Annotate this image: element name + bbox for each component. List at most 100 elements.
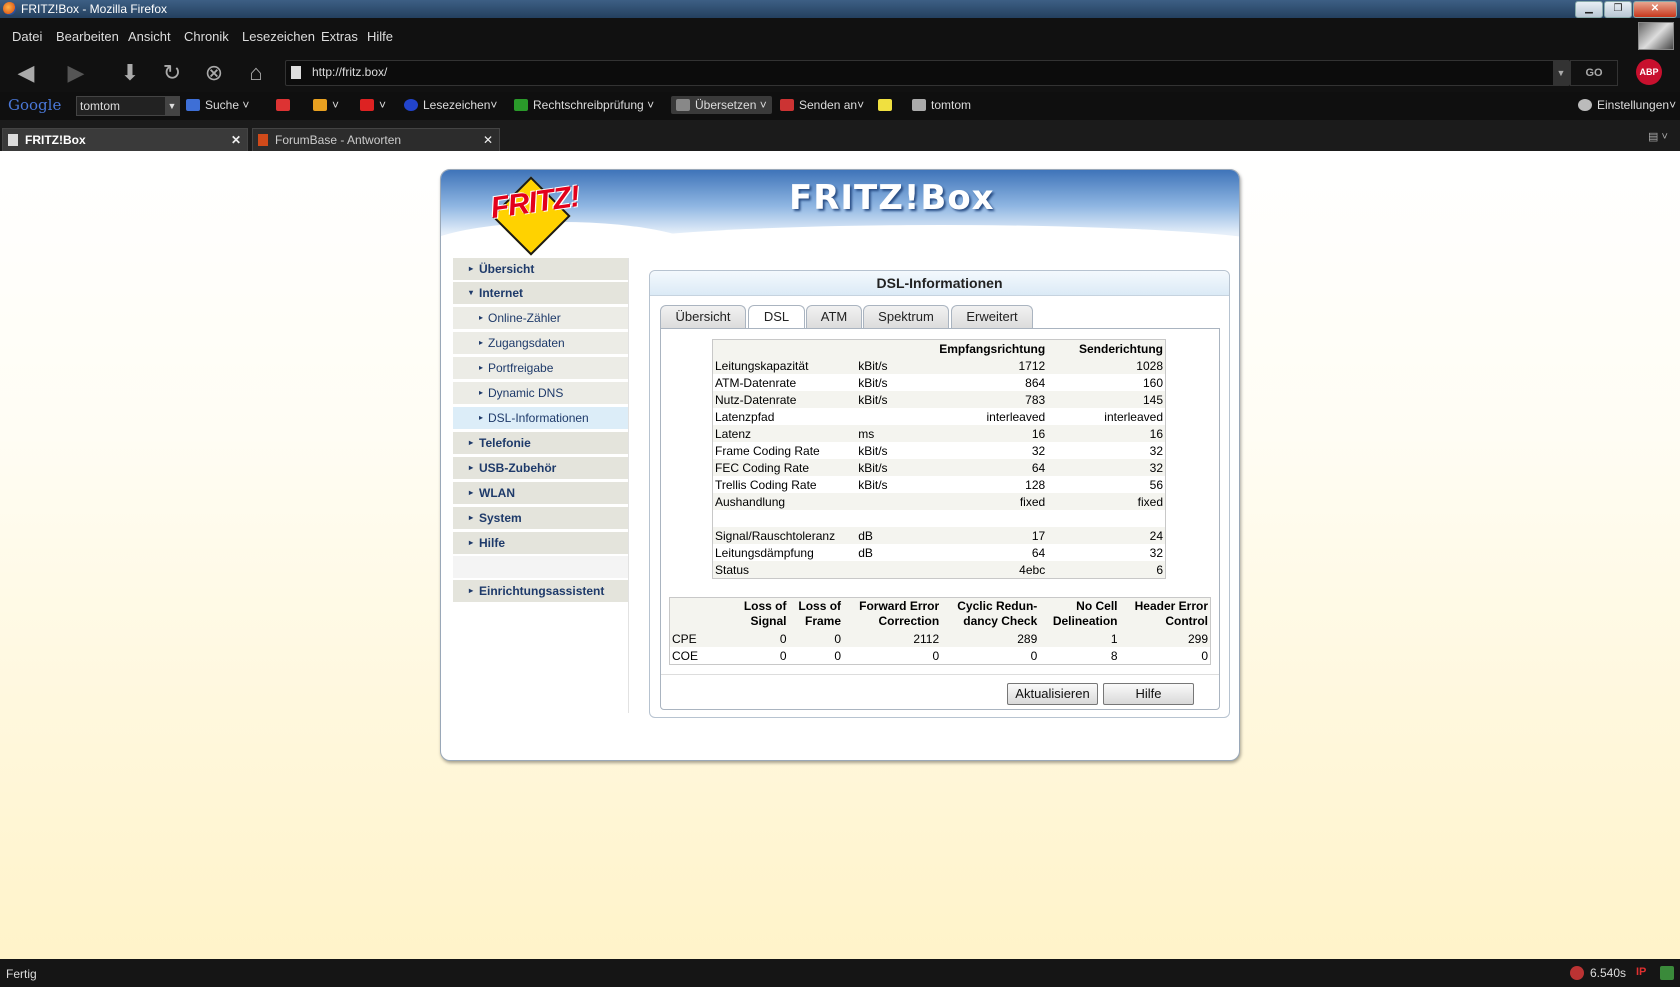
row-value: 32 <box>1149 460 1163 475</box>
row-unit: kBit/s <box>858 358 888 373</box>
tab-forumbase[interactable]: ForumBase - Antworten ✕ <box>252 128 500 151</box>
sidebar-item-wlan[interactable]: ▸ WLAN <box>453 482 628 506</box>
sidebar-item-usb-zubehoer[interactable]: ▸ USB-Zubehör <box>453 457 628 481</box>
sidebar-item-dynamic-dns[interactable]: ▸ Dynamic DNS <box>453 382 628 406</box>
tab-bar: FRITZ!Box ✕ ForumBase - Antworten ✕ ▤ ˅ <box>0 120 1680 151</box>
row-value: 1712 <box>1018 358 1046 373</box>
url-dropdown-icon[interactable]: ▼ <box>1553 61 1569 85</box>
user-avatar <box>1638 22 1674 50</box>
chevron-down-icon[interactable]: ▼ <box>165 97 179 115</box>
search-icon <box>912 99 926 111</box>
row-unit: kBit/s <box>856 476 919 493</box>
tab-dsl[interactable]: DSL <box>748 305 805 329</box>
sidebar-item-portfreigabe[interactable]: ▸ Portfreigabe <box>453 357 628 381</box>
tab-erweitert[interactable]: Erweitert <box>951 305 1033 328</box>
forward-icon[interactable]: ▶ <box>60 58 92 88</box>
menu-datei[interactable]: Datei <box>12 29 42 44</box>
tomtom-search-button[interactable]: tomtom <box>912 98 971 112</box>
settings-button[interactable]: Einstellungen˅ <box>1578 98 1676 112</box>
google-g-icon <box>186 99 200 111</box>
menu-extras[interactable]: Extras <box>321 29 358 44</box>
row-label: Aushandlung <box>715 494 786 509</box>
row-unit <box>856 561 919 579</box>
google-search-button[interactable]: Suche ˅ <box>186 98 249 112</box>
help-button[interactable]: Hilfe <box>1103 683 1194 705</box>
table-row: Latenzpfad interleaved interleaved <box>712 408 1166 425</box>
google-search-input[interactable]: tomtom ▼ <box>76 96 180 116</box>
sidebar-item-system[interactable]: ▸ System <box>453 507 628 531</box>
go-button[interactable]: GO <box>1570 60 1618 86</box>
header-line: Loss of <box>743 599 787 613</box>
download-icon[interactable]: ⬇ <box>114 58 146 88</box>
reload-icon[interactable]: ↻ <box>156 58 188 88</box>
tab-fritzbox[interactable]: FRITZ!Box ✕ <box>2 128 248 151</box>
row-value: 1028 <box>1136 358 1163 373</box>
row-value: 8 <box>1039 647 1120 665</box>
sidebar-item-uebersicht[interactable]: ▸ Übersicht <box>453 258 628 282</box>
sidebar-item-online-zaehler[interactable]: ▸ Online-Zähler <box>453 307 628 331</box>
row-value: 160 <box>1047 374 1166 391</box>
adblock-plus-icon[interactable]: ABP <box>1636 59 1662 85</box>
status-check-icon[interactable] <box>1660 966 1674 980</box>
row-value: 17 <box>1031 528 1046 543</box>
sidebar-item-einrichtungsassistent[interactable]: ▸ Einrichtungsassistent <box>453 580 628 604</box>
menu-ansicht[interactable]: Ansicht <box>128 29 171 44</box>
google-logo[interactable]: Google <box>8 96 61 114</box>
page-icon <box>8 134 18 146</box>
send-to-button[interactable]: Senden an˅ <box>780 98 864 112</box>
sidebar-item-internet[interactable]: ▾ Internet <box>453 282 628 306</box>
tab-spektrum[interactable]: Spektrum <box>863 305 949 328</box>
sidebar-item-zugangsdaten[interactable]: ▸ Zugangsdaten <box>453 332 628 356</box>
sidebar-nav: ▸ Übersicht ▾ Internet ▸ Online-Zähler ▸ Zug… <box>453 258 629 713</box>
row-value: 0 <box>834 631 842 646</box>
ip-indicator[interactable]: IP <box>1636 966 1646 978</box>
table-row: Nutz-Datenrate kBit/s 783 145 <box>713 391 1166 408</box>
fritz-logo[interactable]: FRITZ! <box>489 176 581 256</box>
url-bar[interactable]: http://fritz.box/ ▼ <box>285 60 1570 86</box>
star-icon <box>404 99 418 111</box>
row-value: 2112 <box>913 631 940 646</box>
error-column-header: No Cell Delineation <box>1039 598 1119 631</box>
row-unit <box>856 493 919 510</box>
spellcheck-button[interactable]: Rechtschreibprüfung ˅ <box>514 98 654 112</box>
gmail-icon[interactable]: ˅ <box>360 98 386 112</box>
home-icon[interactable]: ⌂ <box>240 58 272 88</box>
menu-lesezeichen[interactable]: Lesezeichen <box>242 29 315 44</box>
row-value: 64 <box>1031 460 1046 475</box>
stop-icon[interactable]: ⊗ <box>198 58 230 88</box>
translate-button[interactable]: Übersetzen ˅ <box>671 96 772 114</box>
row-value: 32 <box>1047 544 1166 561</box>
back-icon[interactable]: ◀ <box>10 58 42 88</box>
fritzbox-frame: FRITZ! FRITZ!Box ▸ Übersicht ▾ Internet ▸ O… <box>440 169 1240 761</box>
url-text[interactable]: http://fritz.box/ <box>312 65 387 79</box>
sidebar-item-telefonie[interactable]: ▸ Telefonie <box>453 432 628 456</box>
news-icon[interactable] <box>276 98 295 112</box>
google-search-value[interactable]: tomtom <box>80 99 120 113</box>
error-column-header: Cyclic Redun-dancy Check <box>941 598 1039 631</box>
menu-bearbeiten[interactable]: Bearbeiten <box>56 29 119 44</box>
maximize-button[interactable]: ❐ <box>1604 1 1632 18</box>
tab-atm[interactable]: ATM <box>806 305 862 328</box>
menu-chronik[interactable]: Chronik <box>184 29 229 44</box>
apps-icon[interactable]: ˅ <box>313 98 339 112</box>
sidebar-item-dsl-informationen[interactable]: ▸ DSL-Informationen <box>453 407 628 431</box>
tab-list-icon[interactable]: ▤ ˅ <box>1648 130 1674 146</box>
tab-uebersicht[interactable]: Übersicht <box>660 305 746 328</box>
close-icon[interactable]: ✕ <box>231 129 241 151</box>
close-icon[interactable]: ✕ <box>483 129 493 151</box>
minimize-button[interactable]: ▁ <box>1575 1 1603 18</box>
row-value: 1 <box>1110 631 1118 646</box>
window-controls: ▁ ❐ ✕ <box>1575 1 1677 18</box>
firefox-icon <box>3 2 16 15</box>
sidebar-item-hilfe[interactable]: ▸ Hilfe <box>453 532 628 556</box>
refresh-button[interactable]: Aktualisieren <box>1007 683 1098 705</box>
fasterfox-icon[interactable] <box>1570 966 1584 980</box>
menu-hilfe[interactable]: Hilfe <box>367 29 393 44</box>
panel-title: DSL-Informationen <box>650 271 1229 296</box>
bookmarks-button[interactable]: Lesezeichen˅ <box>404 98 497 112</box>
highlight-icon[interactable] <box>878 98 897 112</box>
row-unit: ms <box>858 426 875 441</box>
tab-label: FRITZ!Box <box>25 133 86 147</box>
row-unit <box>856 510 919 527</box>
close-window-button[interactable]: ✕ <box>1633 1 1677 18</box>
